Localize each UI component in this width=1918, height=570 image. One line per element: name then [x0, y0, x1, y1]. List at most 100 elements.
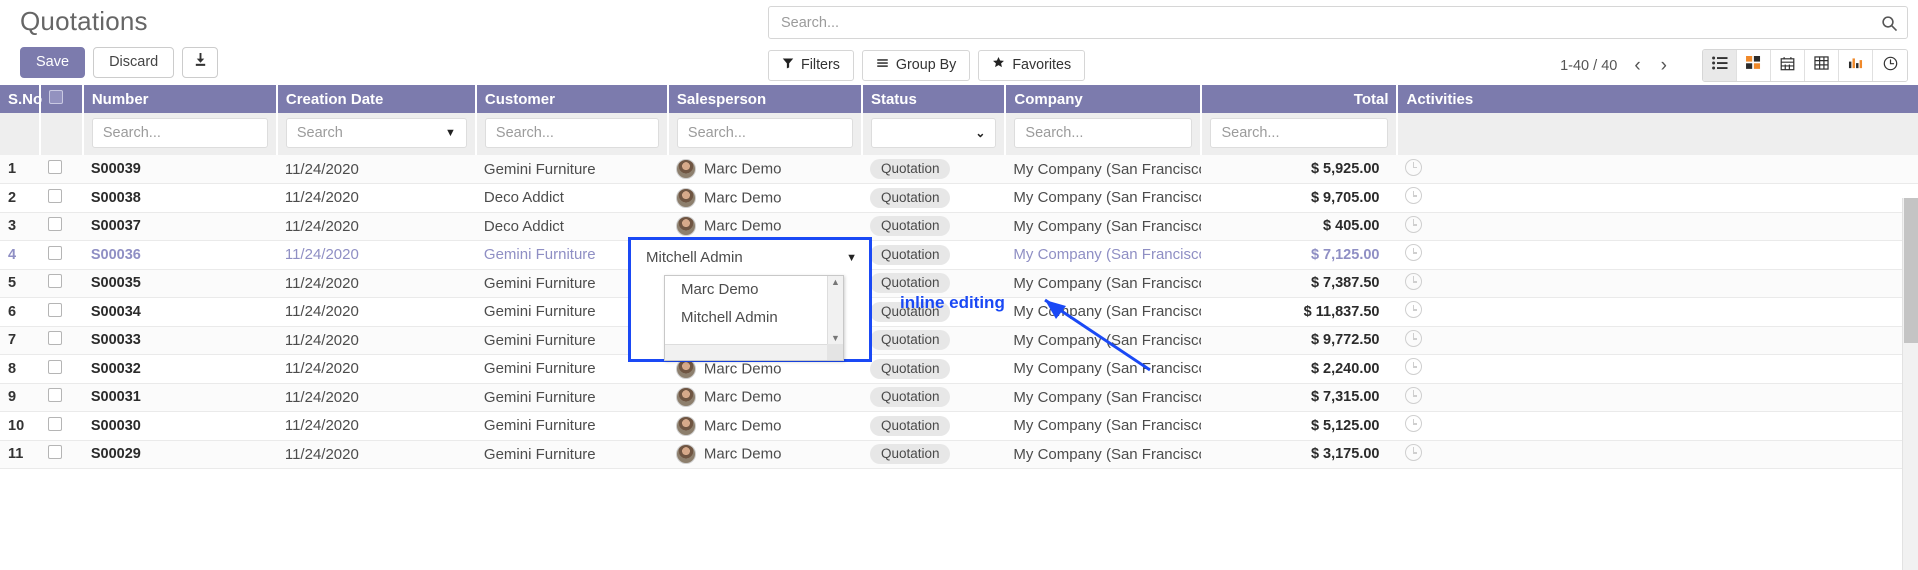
cell-status[interactable]: Quotation	[862, 383, 1005, 412]
cell-salesperson[interactable]: Marc Demo	[668, 412, 862, 441]
table-row[interactable]: 8S0003211/24/2020Gemini FurnitureMarc De…	[0, 355, 1918, 384]
cell-total[interactable]: $ 11,837.50	[1201, 298, 1397, 327]
cell-status[interactable]: Quotation	[862, 412, 1005, 441]
column-header-sno[interactable]: S.No	[0, 85, 40, 113]
cell-company[interactable]: My Company (San Francisco)	[1005, 212, 1201, 241]
cell-status[interactable]: Quotation	[862, 212, 1005, 241]
cell-company[interactable]: My Company (San Francisco)	[1005, 355, 1201, 384]
cell-activities[interactable]	[1397, 212, 1918, 241]
cell-company[interactable]: My Company (San Francisco)	[1005, 269, 1201, 298]
activity-clock-icon[interactable]	[1405, 415, 1422, 432]
filter-input-number[interactable]: Search...	[92, 118, 268, 148]
cell-number[interactable]: S00030	[83, 412, 277, 441]
cell-total[interactable]: $ 9,772.50	[1201, 326, 1397, 355]
row-checkbox[interactable]	[48, 445, 62, 459]
group-by-button[interactable]: Group By	[862, 50, 970, 81]
filter-input-company[interactable]: Search...	[1014, 118, 1192, 148]
cell-total[interactable]: $ 7,387.50	[1201, 269, 1397, 298]
filter-select-creation-date[interactable]: Search ▼	[286, 118, 467, 148]
activity-clock-icon[interactable]	[1405, 273, 1422, 290]
table-row[interactable]: 9S0003111/24/2020Gemini FurnitureMarc De…	[0, 383, 1918, 412]
cell-total[interactable]: $ 3,175.00	[1201, 440, 1397, 469]
cell-customer[interactable]: Gemini Furniture	[476, 412, 668, 441]
column-header-select-all[interactable]	[40, 85, 82, 113]
cell-activities[interactable]	[1397, 440, 1918, 469]
row-checkbox[interactable]	[48, 331, 62, 345]
favorites-button[interactable]: Favorites	[978, 50, 1085, 81]
chevron-left-icon[interactable]: ‹	[1631, 56, 1643, 75]
row-checkbox[interactable]	[48, 189, 62, 203]
table-row[interactable]: 10S0003011/24/2020Gemini FurnitureMarc D…	[0, 412, 1918, 441]
scrollbar-thumb[interactable]	[1904, 198, 1918, 343]
scroll-up-arrow-icon[interactable]: ▲	[831, 276, 840, 288]
table-row[interactable]: 7S0003311/24/2020Gemini FurnitureMarc De…	[0, 326, 1918, 355]
activity-clock-icon[interactable]	[1405, 244, 1422, 261]
column-header-total[interactable]: Total	[1201, 85, 1397, 113]
cell-select[interactable]	[40, 241, 82, 270]
search-icon[interactable]	[1881, 15, 1897, 31]
cell-salesperson[interactable]: Marc Demo	[668, 383, 862, 412]
table-row[interactable]: 2S0003811/24/2020Deco AddictMarc DemoQuo…	[0, 184, 1918, 213]
caret-down-icon[interactable]: ▼	[846, 252, 857, 264]
cell-salesperson[interactable]: Marc Demo	[668, 440, 862, 469]
cell-number[interactable]: S00036	[83, 241, 277, 270]
row-checkbox[interactable]	[48, 160, 62, 174]
cell-company[interactable]: My Company (San Francisco)	[1005, 241, 1201, 270]
cell-number[interactable]: S00034	[83, 298, 277, 327]
column-header-status[interactable]: Status	[862, 85, 1005, 113]
activity-clock-icon[interactable]	[1405, 330, 1422, 347]
filter-input-salesperson[interactable]: Search...	[677, 118, 853, 148]
cell-company[interactable]: My Company (San Francisco)	[1005, 383, 1201, 412]
column-header-activities[interactable]: Activities	[1397, 85, 1918, 113]
inline-edit-salesperson-cell[interactable]: Mitchell Admin ▼ Marc Demo Mitchell Admi…	[628, 237, 872, 362]
scroll-down-arrow-icon[interactable]: ▼	[831, 332, 840, 344]
cell-status[interactable]: Quotation	[862, 155, 1005, 184]
cell-creation-date[interactable]: 11/24/2020	[277, 298, 476, 327]
cell-creation-date[interactable]: 11/24/2020	[277, 184, 476, 213]
row-checkbox[interactable]	[48, 246, 62, 260]
view-graph-button[interactable]	[1839, 50, 1873, 81]
row-checkbox[interactable]	[48, 303, 62, 317]
row-checkbox[interactable]	[48, 360, 62, 374]
cell-total[interactable]: $ 5,125.00	[1201, 412, 1397, 441]
cell-creation-date[interactable]: 11/24/2020	[277, 241, 476, 270]
cell-company[interactable]: My Company (San Francisco)	[1005, 298, 1201, 327]
cell-customer[interactable]: Gemini Furniture	[476, 383, 668, 412]
cell-select[interactable]	[40, 440, 82, 469]
cell-activities[interactable]	[1397, 241, 1918, 270]
cell-select[interactable]	[40, 298, 82, 327]
view-list-button[interactable]	[1703, 50, 1737, 81]
cell-creation-date[interactable]: 11/24/2020	[277, 326, 476, 355]
table-vertical-scrollbar[interactable]	[1902, 198, 1918, 570]
cell-select[interactable]	[40, 212, 82, 241]
cell-company[interactable]: My Company (San Francisco)	[1005, 155, 1201, 184]
cell-activities[interactable]	[1397, 383, 1918, 412]
chevron-right-icon[interactable]: ›	[1658, 56, 1670, 75]
activity-clock-icon[interactable]	[1405, 187, 1422, 204]
cell-creation-date[interactable]: 11/24/2020	[277, 355, 476, 384]
cell-total[interactable]: $ 7,125.00	[1201, 241, 1397, 270]
cell-total[interactable]: $ 7,315.00	[1201, 383, 1397, 412]
cell-creation-date[interactable]: 11/24/2020	[277, 212, 476, 241]
cell-customer[interactable]: Gemini Furniture	[476, 440, 668, 469]
cell-status[interactable]: Quotation	[862, 326, 1005, 355]
row-checkbox[interactable]	[48, 217, 62, 231]
cell-select[interactable]	[40, 184, 82, 213]
table-row[interactable]: 3S0003711/24/2020Deco AddictMarc DemoQuo…	[0, 212, 1918, 241]
cell-status[interactable]: Quotation	[862, 440, 1005, 469]
cell-customer[interactable]: Gemini Furniture	[476, 155, 668, 184]
row-checkbox[interactable]	[48, 388, 62, 402]
cell-number[interactable]: S00033	[83, 326, 277, 355]
search-bar[interactable]: Search...	[768, 6, 1908, 39]
activity-clock-icon[interactable]	[1405, 301, 1422, 318]
cell-total[interactable]: $ 405.00	[1201, 212, 1397, 241]
cell-number[interactable]: S00031	[83, 383, 277, 412]
cell-number[interactable]: S00032	[83, 355, 277, 384]
cell-creation-date[interactable]: 11/24/2020	[277, 440, 476, 469]
cell-status[interactable]: Quotation	[862, 184, 1005, 213]
table-row[interactable]: 4S0003611/24/2020Gemini FurnitureMitchel…	[0, 241, 1918, 270]
cell-total[interactable]: $ 2,240.00	[1201, 355, 1397, 384]
cell-total[interactable]: $ 9,705.00	[1201, 184, 1397, 213]
cell-salesperson[interactable]: Marc Demo	[668, 184, 862, 213]
row-checkbox[interactable]	[48, 417, 62, 431]
